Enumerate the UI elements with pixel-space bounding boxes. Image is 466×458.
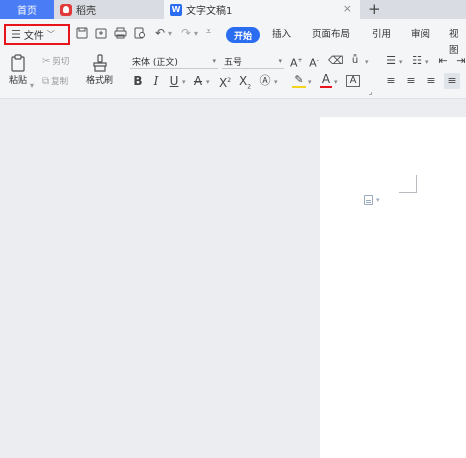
- paste-options-icon: [364, 195, 373, 205]
- undo-dropdown-icon[interactable]: ▾: [168, 29, 172, 38]
- increase-font-size-icon[interactable]: A+: [290, 53, 303, 70]
- character-border-icon[interactable]: A: [346, 75, 360, 87]
- bullet-dropdown-icon[interactable]: ▾: [399, 58, 403, 66]
- daoke-logo-icon: [60, 3, 72, 16]
- tab-insert[interactable]: 插入: [272, 27, 291, 43]
- close-tab-icon[interactable]: ×: [343, 2, 352, 15]
- paste-label: 粘贴: [8, 76, 27, 86]
- scissors-icon: ✂: [42, 55, 51, 67]
- underline-icon[interactable]: U: [168, 73, 180, 89]
- subscript-icon[interactable]: X2: [238, 73, 252, 90]
- tab-review[interactable]: 审阅: [411, 27, 430, 43]
- copy-label: 复制: [51, 77, 69, 87]
- menu-icon: ☰: [11, 28, 21, 41]
- new-tab-icon[interactable]: +: [368, 0, 381, 18]
- print-icon[interactable]: [112, 25, 128, 41]
- clear-format-icon[interactable]: ⌫: [328, 53, 344, 69]
- strikethrough-icon[interactable]: A: [192, 73, 204, 89]
- align-right-icon[interactable]: ≡: [424, 73, 438, 89]
- tab-view[interactable]: 视图: [449, 27, 466, 56]
- file-menu-label: 文件: [23, 31, 44, 42]
- tab-document[interactable]: W 文字文稿1 ×: [164, 0, 360, 19]
- align-center-icon[interactable]: ≡: [404, 73, 418, 89]
- chevron-down-icon: ▾: [212, 57, 216, 65]
- numbered-dropdown-icon[interactable]: ▾: [425, 58, 429, 66]
- pinyin-guide-icon[interactable]: ǚ: [348, 53, 362, 69]
- export-icon[interactable]: [93, 25, 109, 41]
- format-painter-label: 格式刷: [86, 76, 114, 86]
- undo-icon[interactable]: ↶: [152, 25, 168, 41]
- font-group-launcher-icon[interactable]: [369, 92, 372, 95]
- redo-dropdown-icon[interactable]: ▾: [194, 29, 198, 38]
- brush-icon: [90, 53, 110, 73]
- increase-indent-icon[interactable]: ⇥: [454, 53, 466, 69]
- tab-daoke-label: 稻壳: [76, 6, 96, 17]
- font-family-value: 宋体 (正文): [132, 57, 178, 68]
- text-effect-icon[interactable]: Ⓐ: [258, 73, 272, 89]
- font-color-dropdown-icon[interactable]: ▾: [334, 78, 338, 86]
- tab-daoke[interactable]: 稻壳: [54, 0, 154, 19]
- cut-label: 剪切: [52, 57, 70, 67]
- margin-corner-mark: [399, 175, 417, 193]
- italic-icon[interactable]: I: [150, 73, 162, 89]
- strikethrough-dropdown-icon[interactable]: ▾: [206, 78, 210, 86]
- cut-button[interactable]: ✂ 剪切: [42, 55, 70, 68]
- align-justify-icon[interactable]: ≡: [444, 73, 460, 89]
- tab-home-label: 首页: [17, 6, 37, 17]
- tab-start[interactable]: 开始: [226, 27, 260, 43]
- pinyin-dropdown-icon[interactable]: ▾: [365, 58, 369, 66]
- highlight-dropdown-icon[interactable]: ▾: [308, 78, 312, 86]
- bullet-list-icon[interactable]: ☰: [384, 53, 398, 69]
- font-color-icon[interactable]: A: [320, 73, 332, 88]
- font-size-value: 五号: [224, 57, 243, 68]
- font-size-select[interactable]: 五号 ▾: [222, 54, 284, 69]
- tab-reference[interactable]: 引用: [372, 27, 391, 43]
- copy-button[interactable]: ⧉ 复制: [42, 75, 69, 88]
- format-painter-button[interactable]: 格式刷: [86, 53, 113, 86]
- highlight-icon[interactable]: ✎: [292, 73, 306, 88]
- chevron-down-icon: ▾: [278, 57, 282, 65]
- superscript-icon[interactable]: X2: [218, 73, 232, 90]
- wps-writer-window: 首页 稻壳 W 文字文稿1 × + ☰ 文件 ﹀ ↶ ▾ ↷ ▾ ⩡ 开始 插入…: [0, 0, 466, 458]
- paste-button[interactable]: 粘贴: [8, 53, 28, 86]
- text-effect-dropdown-icon[interactable]: ▾: [274, 78, 278, 86]
- save-icon[interactable]: [74, 25, 90, 41]
- chevron-down-icon: ﹀: [46, 30, 55, 39]
- decrease-font-size-icon[interactable]: A-: [308, 53, 320, 70]
- underline-dropdown-icon[interactable]: ▾: [182, 78, 186, 86]
- document-page[interactable]: [320, 117, 466, 458]
- file-menu-button[interactable]: ☰ 文件 ﹀: [4, 24, 70, 45]
- writer-doc-icon: W: [170, 3, 182, 16]
- chevron-down-icon: ▾: [376, 196, 380, 204]
- tab-page-layout[interactable]: 页面布局: [312, 27, 350, 43]
- customize-toolbar-icon[interactable]: ⩡: [206, 27, 211, 37]
- redo-icon[interactable]: ↷: [178, 25, 194, 41]
- copy-icon: ⧉: [42, 75, 50, 87]
- print-preview-icon[interactable]: [132, 25, 148, 41]
- decrease-indent-icon[interactable]: ⇤: [436, 53, 450, 69]
- tab-home[interactable]: 首页: [0, 0, 54, 19]
- align-left-icon[interactable]: ≡: [384, 73, 398, 89]
- paste-icon: [8, 53, 28, 73]
- font-family-select[interactable]: 宋体 (正文) ▾: [130, 54, 218, 69]
- tab-document-label: 文字文稿1: [186, 6, 233, 17]
- paste-options-button[interactable]: ▾: [364, 195, 380, 205]
- numbered-list-icon[interactable]: ☷: [410, 53, 424, 69]
- bold-icon[interactable]: B: [132, 73, 144, 89]
- paste-dropdown-icon[interactable]: ▾: [30, 81, 34, 90]
- ribbon: ☰ 文件 ﹀ ↶ ▾ ↷ ▾ ⩡ 开始 插入 页面布局 引用 审阅 视图 粘贴 …: [0, 19, 466, 99]
